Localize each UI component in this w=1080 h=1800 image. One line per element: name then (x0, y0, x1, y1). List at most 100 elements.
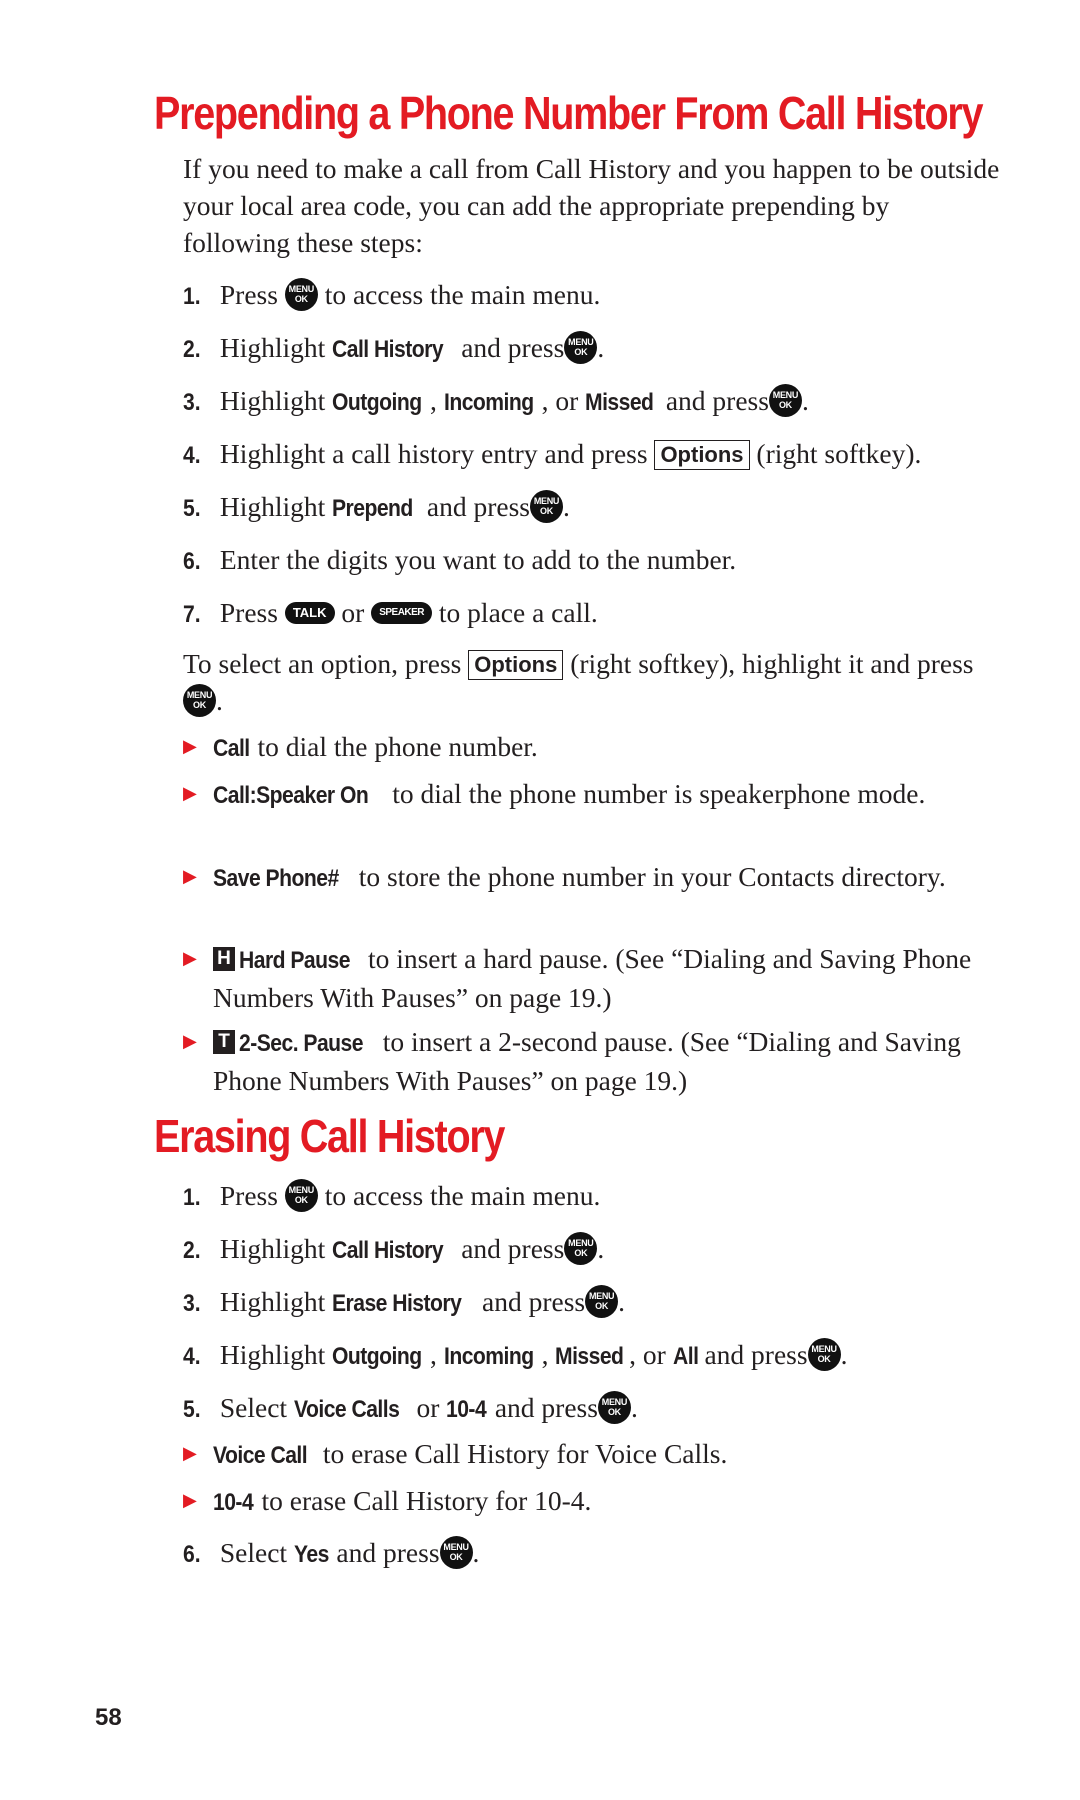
menu-option-missed: Missed (555, 1343, 624, 1370)
speaker-key-icon: SPEAKER (371, 601, 433, 624)
step-number: 4. (183, 1343, 201, 1370)
step-2: 2. Highlight Call History and press MENU O… (183, 329, 1003, 368)
step-number: 5. (183, 1396, 201, 1423)
page-number: 58 (95, 1704, 122, 1731)
bullet-arrow-icon: ▶ (183, 783, 197, 803)
menu-ok-key-icon: MENU OK (564, 1232, 598, 1266)
step-number: 6. (183, 548, 201, 575)
step-text: and press (482, 1286, 586, 1317)
step-text: and press (494, 1392, 598, 1423)
step-number: 4. (183, 442, 201, 469)
bullet-arrow-icon: ▶ (183, 948, 197, 968)
step-text: Highlight (219, 332, 326, 363)
option-item-call: ▶ Call to dial the phone number. (183, 728, 983, 767)
menu-ok-key-icon: MENU OK (284, 1179, 318, 1213)
step-number: 3. (183, 389, 201, 416)
step-text: to access the main menu. (324, 1180, 601, 1211)
menu-option-call-history: Call History (332, 1237, 444, 1264)
options-softkey-icon: Options (468, 649, 564, 680)
step-text: and press (336, 1537, 440, 1568)
menu-option-incoming: Incoming (443, 389, 534, 416)
option-item-2sec-pause: ▶ T 2-Sec. Pause to insert a 2-second pau… (183, 1023, 983, 1099)
step-text: to place a call. (438, 597, 598, 628)
menu-ok-key-icon: MENU OK (585, 1285, 619, 1319)
erase-step-6: 6. Select Yes and press MENU OK. (183, 1534, 1003, 1573)
option-label: 2-Sec. Pause (239, 1030, 364, 1057)
erase-step-3: 3. Highlight Erase History and press MENU… (183, 1283, 1003, 1322)
menu-ok-key-icon: MENU OK (768, 384, 802, 418)
step-text: or (341, 597, 365, 628)
erase-step-1: 1. Press MENU OK to access the main menu. (183, 1177, 1003, 1216)
erase-option-voice-call: ▶ Voice Call to erase Call History for V… (183, 1435, 983, 1474)
step-number: 5. (183, 495, 201, 522)
menu-option-voice-calls: Voice Calls (293, 1396, 400, 1423)
menu-option-all: All (672, 1343, 699, 1370)
menu-ok-key-icon: MENU OK (183, 684, 216, 718)
step-7: 7. Press TALK or SPEAKER to place a call… (183, 594, 1003, 633)
step-text: Enter the digits you want to add to the … (219, 544, 737, 575)
step-text: and press (461, 332, 565, 363)
option-label: Call (213, 735, 250, 762)
step-text: Highlight (219, 1233, 326, 1264)
option-item-save-phone: ▶ Save Phone# to store the phone number … (183, 858, 983, 897)
step-6: 6. Enter the digits you want to add to t… (183, 541, 1003, 580)
step-text: and press (665, 385, 769, 416)
erase-step-5: 5. Select Voice Calls or 10-4 and press M… (183, 1389, 1003, 1428)
step-number: 2. (183, 336, 201, 363)
menu-ok-key-icon: MENU OK (439, 1536, 473, 1570)
option-label: Call:Speaker On (213, 782, 369, 809)
menu-option-missed: Missed (585, 389, 654, 416)
bullet-arrow-icon: ▶ (183, 866, 197, 886)
menu-ok-key-icon: MENU OK (284, 278, 318, 312)
menu-option-10-4: 10-4 (446, 1396, 487, 1423)
manual-page: Prependin​g a Phone Number From Call His… (0, 0, 1080, 1800)
bullet-arrow-icon: ▶ (183, 736, 197, 756)
option-item-call-speaker-on: ▶ Call:Speaker On to dial the phone numb… (183, 775, 983, 814)
step-text: Highlight (219, 1286, 326, 1317)
options-intro: To select an option, press Options (righ… (183, 648, 974, 718)
bullet-arrow-icon: ▶ (183, 1443, 197, 1463)
option-label: 10-4 (213, 1489, 254, 1516)
option-label: Voice Call (213, 1442, 308, 1469)
section-title-erasing: Erasing Call History (154, 1110, 505, 1162)
menu-option-erase-history: Erase History (332, 1290, 462, 1317)
step-text: Highlight (219, 1339, 326, 1370)
menu-ok-key-icon: MENU OK (564, 331, 598, 365)
step-number: 1. (183, 1184, 201, 1211)
menu-option-outgoing: Outgoing (332, 389, 422, 416)
talk-key-icon: TALK (284, 601, 335, 624)
option-label: Save Phone# (213, 865, 339, 892)
step-text: (right softkey). (756, 438, 922, 469)
menu-option-prepend: Prepend (332, 495, 413, 522)
step-number: 3. (183, 1290, 201, 1317)
menu-option-incoming: Incoming (443, 1343, 534, 1370)
step-1: 1. Press MENU OK to access the main menu. (183, 276, 1003, 315)
step-text: Press (219, 279, 278, 310)
menu-ok-key-icon: MENU OK (597, 1391, 631, 1425)
step-text: to access the main menu. (324, 279, 601, 310)
step-text: Press (219, 1180, 278, 1211)
step-number: 7. (183, 601, 201, 628)
step-4: 4. Highlight a call history entry and pr… (183, 435, 1003, 474)
step-text: and press (426, 491, 530, 522)
menu-option-call-history: Call History (332, 336, 444, 363)
erase-option-10-4: ▶ 10-4 to erase Call History for 10-4. (183, 1482, 983, 1521)
step-text: Highlight (219, 491, 326, 522)
step-text: Highlight (219, 385, 326, 416)
step-5: 5. Highlight Prepend and press MENU OK. (183, 488, 1003, 527)
menu-option-yes: Yes (293, 1541, 329, 1568)
step-number: 1. (183, 283, 201, 310)
two-sec-pause-t-icon: T (213, 1029, 235, 1054)
step-3: 3. Highlight Outgoing, Incoming, or Miss… (183, 382, 1003, 421)
bullet-arrow-icon: ▶ (183, 1490, 197, 1510)
step-text: or (416, 1392, 440, 1423)
erase-step-2: 2. Highlight Call History and press MENU O… (183, 1230, 1003, 1269)
menu-ok-key-icon: MENU OK (529, 490, 563, 524)
erase-step-4: 4. Highlight Outgoing, Incoming, Missed,… (183, 1336, 1003, 1375)
option-item-hard-pause: ▶ H Hard Pause to insert a hard pause. (S… (183, 940, 983, 1016)
step-text: Highlight a call history entry and press (219, 438, 648, 469)
menu-option-outgoing: Outgoing (332, 1343, 422, 1370)
options-softkey-icon: Options (654, 439, 750, 470)
hard-pause-h-icon: H (213, 946, 235, 971)
step-text: Select (219, 1537, 288, 1568)
